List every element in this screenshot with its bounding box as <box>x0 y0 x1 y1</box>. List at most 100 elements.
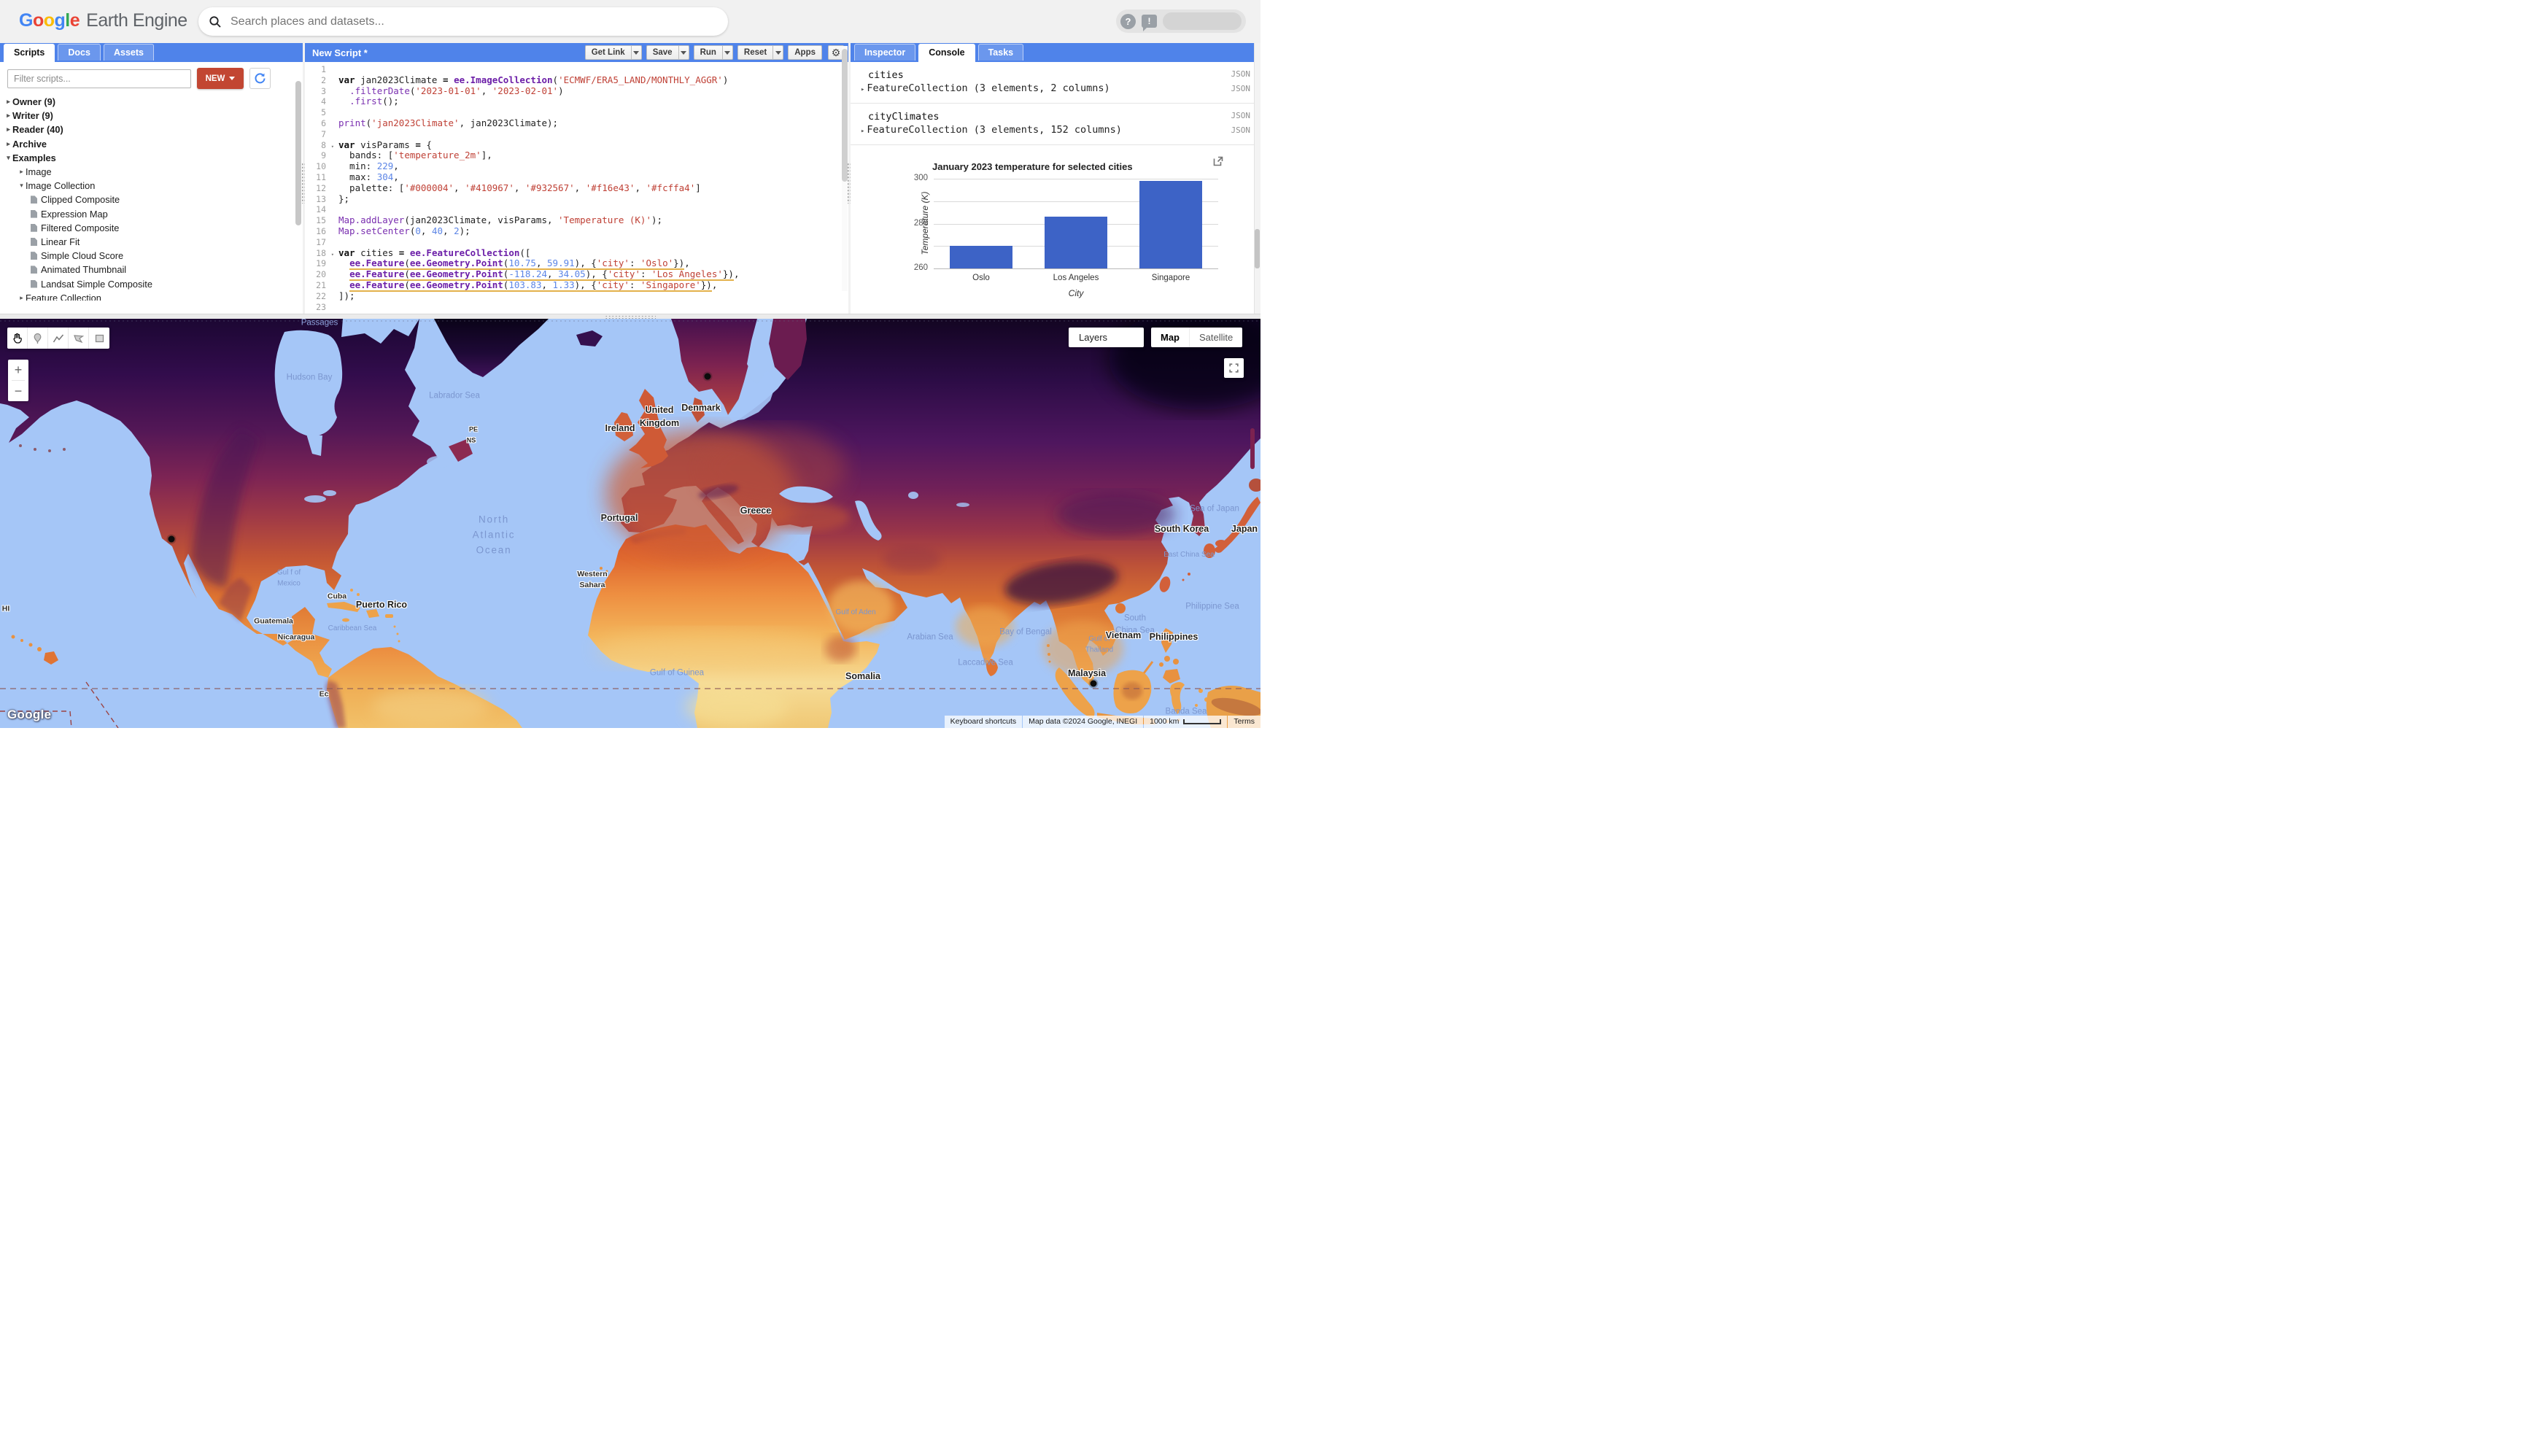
save-button[interactable]: Save <box>646 45 679 60</box>
zoom-out-button[interactable]: − <box>8 381 28 401</box>
tree-item-label: Image Collection <box>26 180 96 192</box>
expanded-arrow-icon: ▾ <box>7 153 10 161</box>
script-tree: ▸ Owner (9) ▸ Writer (9) ▸ Reader (40) ▸ Archiv… <box>0 95 303 301</box>
code-line: 15 Map.addLayer(jan2023Climate, visParams… <box>305 214 848 226</box>
line-number: 16 <box>316 225 326 236</box>
scripts-scrollbar[interactable] <box>295 81 301 225</box>
map-canvas[interactable]: Passages Hudson Bay Labrador Sea North Atla… <box>0 319 1260 728</box>
tree-item-clipped-composite[interactable]: Clipped Composite <box>0 193 303 206</box>
line-number: 14 <box>316 204 326 215</box>
code-line: 4 .first(); <box>305 96 848 107</box>
line-number: 22 <box>316 290 326 301</box>
tree-item-label: Archive <box>12 138 47 150</box>
polyline-tool[interactable] <box>48 328 69 349</box>
run-dropdown[interactable] <box>722 45 733 60</box>
search-input[interactable] <box>231 15 718 28</box>
run-button-group: Run <box>693 45 733 60</box>
tab-scripts[interactable]: Scripts <box>4 44 55 62</box>
tree-item-expression-map[interactable]: Expression Map <box>0 207 303 221</box>
tab-inspector[interactable]: Inspector <box>854 44 916 61</box>
line-number: 9 <box>321 150 326 161</box>
code-line: 8 ▾ var visParams = { <box>305 139 848 152</box>
terms-link[interactable]: Terms <box>1228 716 1260 728</box>
zoom-control: + − <box>8 360 28 401</box>
logo-product-label: Earth Engine <box>86 10 187 31</box>
get-link-button[interactable]: Get Link <box>584 45 632 60</box>
tree-item-label: Filtered Composite <box>41 222 120 233</box>
fullscreen-button[interactable] <box>1224 358 1244 378</box>
code-line: 9 bands: ['temperature_2m'], <box>305 150 848 161</box>
tab-docs[interactable]: Docs <box>58 44 101 61</box>
layers-button[interactable]: Layers <box>1069 328 1144 347</box>
line-number: 2 <box>321 74 326 85</box>
tree-item-reader-40-[interactable]: ▸ Reader (40) <box>0 123 303 136</box>
refresh-button[interactable] <box>249 68 271 89</box>
code-line: 6 print('jan2023Climate', jan2023Climate)… <box>305 117 848 129</box>
json-link[interactable]: JSON <box>1231 111 1251 123</box>
account-name-redacted[interactable] <box>1163 12 1242 30</box>
line-number: 3 <box>321 85 326 96</box>
point-marker-tool[interactable] <box>28 328 48 349</box>
json-link[interactable]: JSON <box>1231 125 1251 135</box>
line-number: 21 <box>316 279 326 290</box>
console-panel: Inspector Console Tasks cities JSON ▸ Featu… <box>851 43 1260 314</box>
reset-button[interactable]: Reset <box>737 45 774 60</box>
tree-item-feature-collection[interactable]: ▸ Feature Collection <box>0 291 303 301</box>
tree-item-owner-9-[interactable]: ▸ Owner (9) <box>0 95 303 109</box>
json-link[interactable]: JSON <box>1231 84 1251 93</box>
tree-item-image[interactable]: ▸ Image <box>0 165 303 179</box>
search-bar[interactable] <box>198 7 728 36</box>
keyboard-shortcuts-link[interactable]: Keyboard shortcuts <box>944 716 1023 728</box>
tree-item-animated-thumbnail[interactable]: Animated Thumbnail <box>0 263 303 276</box>
map-type-satellite[interactable]: Satellite <box>1189 328 1242 347</box>
line-number: 13 <box>316 193 326 204</box>
editor-header: New Script * Get Link Save Run Reset Apps ⚙ <box>305 43 848 62</box>
save-dropdown[interactable] <box>678 45 689 60</box>
apps-button[interactable]: Apps <box>788 45 822 60</box>
refresh-icon <box>255 73 266 84</box>
fold-arrow-icon[interactable]: ▾ <box>331 142 334 152</box>
help-icon[interactable]: ? <box>1120 13 1136 29</box>
script-title: New Script * <box>312 47 368 58</box>
polygon-tool[interactable] <box>69 328 89 349</box>
disclosure-arrow-icon[interactable]: ▸ <box>861 86 864 93</box>
code-line: 2 var jan2023Climate = ee.ImageCollection… <box>305 74 848 86</box>
filter-scripts-input[interactable] <box>7 69 191 88</box>
earth-engine-code-editor: GoogleEarth Engine ? ! Scripts Docs Asse… <box>0 0 1260 728</box>
disclosure-arrow-icon[interactable]: ▸ <box>861 128 864 135</box>
tab-tasks[interactable]: Tasks <box>977 44 1024 61</box>
fold-arrow-icon[interactable]: ▾ <box>331 249 334 260</box>
console-scrollbar[interactable] <box>1254 43 1260 314</box>
open-chart-button[interactable] <box>1212 155 1224 171</box>
get-link-dropdown[interactable] <box>631 45 642 60</box>
line-number: 20 <box>316 269 326 280</box>
script-file-icon <box>31 195 37 204</box>
reset-dropdown[interactable] <box>773 45 784 60</box>
tree-item-linear-fit[interactable]: Linear Fit <box>0 235 303 249</box>
console-object-row[interactable]: ▸ FeatureCollection (3 elements, 152 colu… <box>861 124 1250 136</box>
tab-console[interactable]: Console <box>918 44 975 62</box>
tree-item-examples[interactable]: ▾ Examples <box>0 151 303 165</box>
zoom-in-button[interactable]: + <box>8 360 28 380</box>
tree-item-simple-cloud-score[interactable]: Simple Cloud Score <box>0 249 303 263</box>
line-number: 10 <box>316 161 326 172</box>
map-type-map[interactable]: Map <box>1151 328 1189 347</box>
tab-assets[interactable]: Assets <box>103 44 154 61</box>
tree-item-filtered-composite[interactable]: Filtered Composite <box>0 221 303 235</box>
tree-item-archive[interactable]: ▸ Archive <box>0 137 303 151</box>
tree-item-landsat-simple-composite[interactable]: Landsat Simple Composite <box>0 276 303 290</box>
feedback-icon[interactable]: ! <box>1142 15 1157 31</box>
pan-hand-tool[interactable] <box>7 328 28 349</box>
caret-down-icon <box>724 50 731 55</box>
run-button[interactable]: Run <box>693 45 723 60</box>
json-link[interactable]: JSON <box>1231 69 1251 81</box>
rectangle-tool[interactable] <box>89 328 109 349</box>
console-object-row[interactable]: ▸ FeatureCollection (3 elements, 2 column… <box>861 82 1250 94</box>
code-area[interactable]: 1 2 var jan2023Climate = ee.ImageCollectio… <box>305 62 848 314</box>
tree-item-writer-9-[interactable]: ▸ Writer (9) <box>0 109 303 123</box>
line-number: 6 <box>321 117 326 128</box>
map-splitter[interactable] <box>0 314 1260 319</box>
new-script-button[interactable]: NEW <box>197 68 244 89</box>
tree-item-image-collection[interactable]: ▾ Image Collection <box>0 179 303 193</box>
